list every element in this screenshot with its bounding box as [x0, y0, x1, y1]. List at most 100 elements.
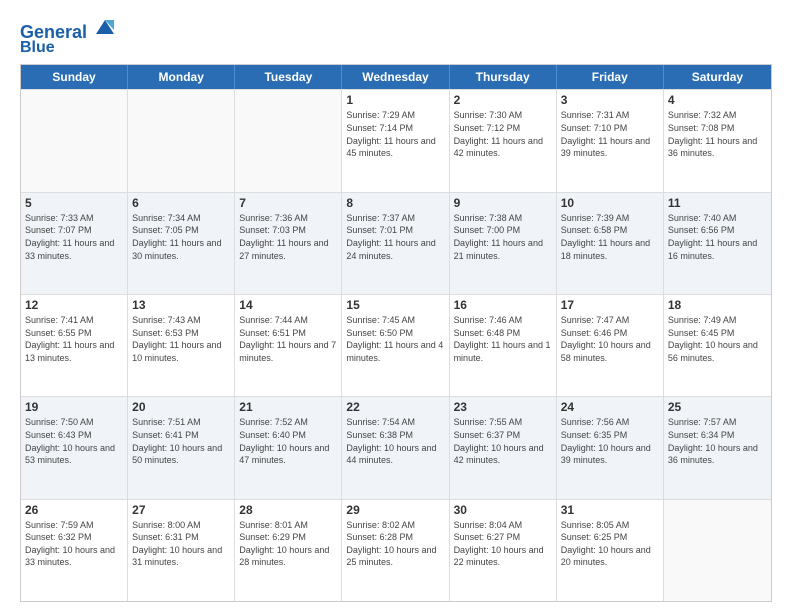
day-number: 27: [132, 503, 230, 517]
cell-sun-info: Sunrise: 7:39 AMSunset: 6:58 PMDaylight:…: [561, 212, 659, 262]
day-number: 10: [561, 196, 659, 210]
day-cell-22: 22 Sunrise: 7:54 AMSunset: 6:38 PMDayligh…: [342, 397, 449, 498]
weekday-header-monday: Monday: [128, 65, 235, 89]
day-number: 9: [454, 196, 552, 210]
header: General Blue: [20, 16, 772, 56]
cell-sun-info: Sunrise: 7:43 AMSunset: 6:53 PMDaylight:…: [132, 314, 230, 364]
day-cell-20: 20 Sunrise: 7:51 AMSunset: 6:41 PMDayligh…: [128, 397, 235, 498]
day-number: 20: [132, 400, 230, 414]
weekday-header-friday: Friday: [557, 65, 664, 89]
cell-sun-info: Sunrise: 7:36 AMSunset: 7:03 PMDaylight:…: [239, 212, 337, 262]
empty-cell: [128, 90, 235, 191]
day-number: 16: [454, 298, 552, 312]
day-cell-16: 16 Sunrise: 7:46 AMSunset: 6:48 PMDayligh…: [450, 295, 557, 396]
weekday-header-thursday: Thursday: [450, 65, 557, 89]
day-cell-12: 12 Sunrise: 7:41 AMSunset: 6:55 PMDayligh…: [21, 295, 128, 396]
day-cell-21: 21Sunrise: 7:52 AMSunset: 6:40 PMDayligh…: [235, 397, 342, 498]
cell-sun-info: Sunrise: 7:45 AMSunset: 6:50 PMDaylight:…: [346, 314, 444, 364]
day-number: 19: [25, 400, 123, 414]
day-number: 7: [239, 196, 337, 210]
day-number: 17: [561, 298, 659, 312]
day-number: 13: [132, 298, 230, 312]
day-cell-17: 17 Sunrise: 7:47 AMSunset: 6:46 PMDayligh…: [557, 295, 664, 396]
cell-sun-info: Sunrise: 7:32 AMSunset: 7:08 PMDaylight:…: [668, 109, 767, 159]
calendar-body: 1 Sunrise: 7:29 AMSunset: 7:14 PMDaylight…: [21, 89, 771, 601]
day-cell-1: 1 Sunrise: 7:29 AMSunset: 7:14 PMDaylight…: [342, 90, 449, 191]
cell-sun-info: Sunrise: 7:37 AMSunset: 7:01 PMDaylight:…: [346, 212, 444, 262]
cell-sun-info: Sunrise: 8:02 AMSunset: 6:28 PMDaylight:…: [346, 519, 444, 569]
day-number: 12: [25, 298, 123, 312]
cell-sun-info: Sunrise: 7:55 AMSunset: 6:37 PMDaylight:…: [454, 416, 552, 466]
day-number: 4: [668, 93, 767, 107]
day-cell-28: 28 Sunrise: 8:01 AMSunset: 6:29 PMDayligh…: [235, 500, 342, 601]
day-number: 30: [454, 503, 552, 517]
cell-sun-info: Sunrise: 7:29 AMSunset: 7:14 PMDaylight:…: [346, 109, 444, 159]
weekday-header-wednesday: Wednesday: [342, 65, 449, 89]
day-number: 23: [454, 400, 552, 414]
day-cell-14: 14Sunrise: 7:44 AMSunset: 6:51 PMDayligh…: [235, 295, 342, 396]
cell-sun-info: Sunrise: 7:52 AMSunset: 6:40 PMDaylight:…: [239, 416, 337, 466]
cell-sun-info: Sunrise: 7:57 AMSunset: 6:34 PMDaylight:…: [668, 416, 767, 466]
cell-sun-info: Sunrise: 8:01 AMSunset: 6:29 PMDaylight:…: [239, 519, 337, 569]
cell-sun-info: Sunrise: 7:34 AMSunset: 7:05 PMDaylight:…: [132, 212, 230, 262]
cell-sun-info: Sunrise: 7:49 AMSunset: 6:45 PMDaylight:…: [668, 314, 767, 364]
day-cell-15: 15 Sunrise: 7:45 AMSunset: 6:50 PMDayligh…: [342, 295, 449, 396]
day-cell-5: 5Sunrise: 7:33 AMSunset: 7:07 PMDaylight…: [21, 193, 128, 294]
day-number: 18: [668, 298, 767, 312]
cell-sun-info: Sunrise: 8:05 AMSunset: 6:25 PMDaylight:…: [561, 519, 659, 569]
day-cell-3: 3Sunrise: 7:31 AMSunset: 7:10 PMDaylight…: [557, 90, 664, 191]
day-cell-6: 6 Sunrise: 7:34 AMSunset: 7:05 PMDaylight…: [128, 193, 235, 294]
cell-sun-info: Sunrise: 8:04 AMSunset: 6:27 PMDaylight:…: [454, 519, 552, 569]
empty-cell: [21, 90, 128, 191]
day-cell-29: 29 Sunrise: 8:02 AMSunset: 6:28 PMDayligh…: [342, 500, 449, 601]
day-number: 1: [346, 93, 444, 107]
cell-sun-info: Sunrise: 7:38 AMSunset: 7:00 PMDaylight:…: [454, 212, 552, 262]
cell-sun-info: Sunrise: 7:59 AMSunset: 6:32 PMDaylight:…: [25, 519, 123, 569]
day-cell-30: 30 Sunrise: 8:04 AMSunset: 6:27 PMDayligh…: [450, 500, 557, 601]
day-cell-11: 11Sunrise: 7:40 AMSunset: 6:56 PMDayligh…: [664, 193, 771, 294]
day-cell-25: 25Sunrise: 7:57 AMSunset: 6:34 PMDayligh…: [664, 397, 771, 498]
day-cell-24: 24 Sunrise: 7:56 AMSunset: 6:35 PMDayligh…: [557, 397, 664, 498]
day-number: 31: [561, 503, 659, 517]
day-number: 3: [561, 93, 659, 107]
day-number: 22: [346, 400, 444, 414]
calendar-row-3: 19 Sunrise: 7:50 AMSunset: 6:43 PMDayligh…: [21, 396, 771, 498]
day-number: 6: [132, 196, 230, 210]
cell-sun-info: Sunrise: 7:54 AMSunset: 6:38 PMDaylight:…: [346, 416, 444, 466]
day-number: 26: [25, 503, 123, 517]
day-cell-8: 8 Sunrise: 7:37 AMSunset: 7:01 PMDaylight…: [342, 193, 449, 294]
cell-sun-info: Sunrise: 7:56 AMSunset: 6:35 PMDaylight:…: [561, 416, 659, 466]
cell-sun-info: Sunrise: 7:47 AMSunset: 6:46 PMDaylight:…: [561, 314, 659, 364]
cell-sun-info: Sunrise: 7:51 AMSunset: 6:41 PMDaylight:…: [132, 416, 230, 466]
day-number: 15: [346, 298, 444, 312]
logo: General Blue: [20, 16, 116, 56]
day-cell-13: 13 Sunrise: 7:43 AMSunset: 6:53 PMDayligh…: [128, 295, 235, 396]
cell-sun-info: Sunrise: 7:40 AMSunset: 6:56 PMDaylight:…: [668, 212, 767, 262]
cell-sun-info: Sunrise: 7:41 AMSunset: 6:55 PMDaylight:…: [25, 314, 123, 364]
day-cell-7: 7 Sunrise: 7:36 AMSunset: 7:03 PMDaylight…: [235, 193, 342, 294]
day-number: 28: [239, 503, 337, 517]
weekday-header-saturday: Saturday: [664, 65, 771, 89]
calendar-row-1: 5Sunrise: 7:33 AMSunset: 7:07 PMDaylight…: [21, 192, 771, 294]
empty-cell: [235, 90, 342, 191]
logo-icon: [94, 16, 116, 38]
day-cell-4: 4 Sunrise: 7:32 AMSunset: 7:08 PMDaylight…: [664, 90, 771, 191]
day-number: 8: [346, 196, 444, 210]
day-cell-27: 27Sunrise: 8:00 AMSunset: 6:31 PMDayligh…: [128, 500, 235, 601]
cell-sun-info: Sunrise: 7:46 AMSunset: 6:48 PMDaylight:…: [454, 314, 552, 364]
weekday-header-sunday: Sunday: [21, 65, 128, 89]
day-number: 29: [346, 503, 444, 517]
cell-sun-info: Sunrise: 7:50 AMSunset: 6:43 PMDaylight:…: [25, 416, 123, 466]
calendar-row-2: 12 Sunrise: 7:41 AMSunset: 6:55 PMDayligh…: [21, 294, 771, 396]
day-number: 24: [561, 400, 659, 414]
weekday-header-tuesday: Tuesday: [235, 65, 342, 89]
day-number: 2: [454, 93, 552, 107]
cell-sun-info: Sunrise: 7:33 AMSunset: 7:07 PMDaylight:…: [25, 212, 123, 262]
day-cell-26: 26 Sunrise: 7:59 AMSunset: 6:32 PMDayligh…: [21, 500, 128, 601]
empty-cell: [664, 500, 771, 601]
calendar-header: SundayMondayTuesdayWednesdayThursdayFrid…: [21, 65, 771, 89]
day-cell-2: 2 Sunrise: 7:30 AMSunset: 7:12 PMDaylight…: [450, 90, 557, 191]
cell-sun-info: Sunrise: 7:30 AMSunset: 7:12 PMDaylight:…: [454, 109, 552, 159]
day-cell-31: 31 Sunrise: 8:05 AMSunset: 6:25 PMDayligh…: [557, 500, 664, 601]
page: General Blue SundayMondayTuesdayWednesda…: [0, 0, 792, 612]
